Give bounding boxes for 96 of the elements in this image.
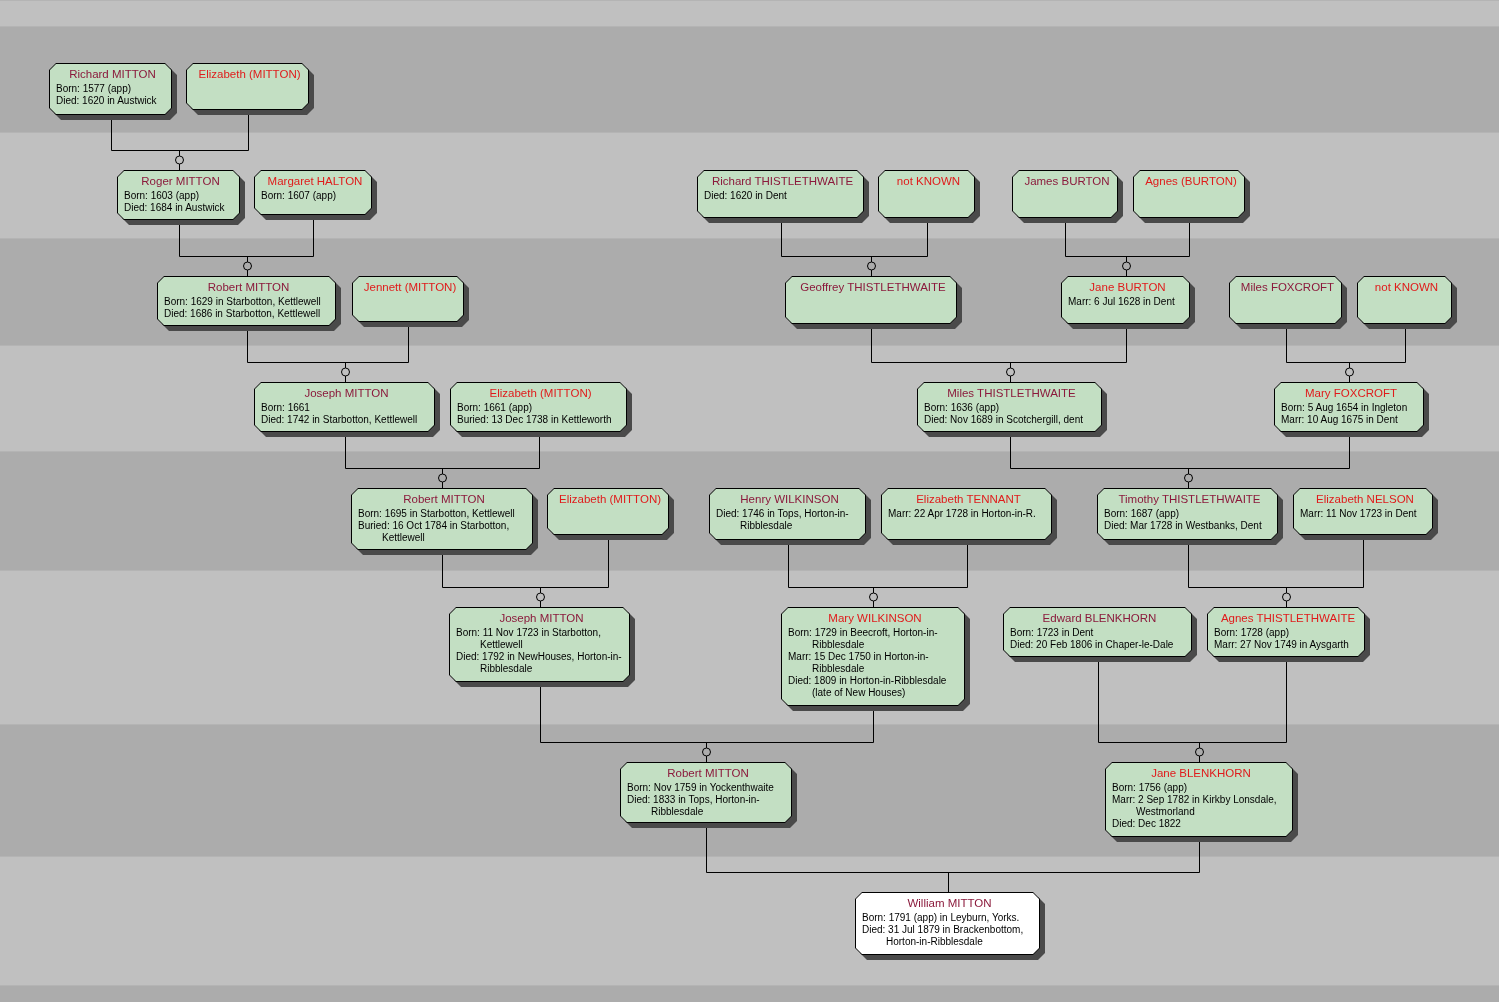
person-fact: Died: 1792 in NewHouses, Horton-in-Ribblesdale <box>456 651 623 675</box>
person-fact: Died: 1746 in Tops, Horton-in-Ribblesdale <box>716 508 850 532</box>
person-name: Elizabeth (MITTON) <box>488 386 593 400</box>
person-card[interactable]: Joseph MITTON Born: 1661 Died: 1742 in Starbotton, Kettlewell <box>254 382 435 432</box>
person-name: Agnes (BURTON) <box>1144 174 1238 188</box>
person-fact: Born: 1603 (app) <box>124 190 201 202</box>
person-fact: Born: 1756 (app) <box>1112 782 1189 794</box>
person-card[interactable]: Timothy THISTLETHWAITE Born: 1687 (app) Died: Mar 1728 in Westbanks, Dent <box>1097 488 1278 540</box>
person-fact: Born: 1791 (app) in Leyburn, Yorks. <box>862 912 1021 924</box>
person-fact: Born: 1729 in Beecroft, Horton-in-Ribblesdale <box>788 627 939 651</box>
person-card[interactable]: Richard MITTON Born: 1577 (app) Died: 1620 in Austwick <box>49 63 172 115</box>
person-name: Miles THISTLETHWAITE <box>946 386 1077 400</box>
person-card[interactable]: Elizabeth (MITTON) Born: 1661 (app) Buried: 13 Dec 1738 in Kettleworth <box>450 382 627 432</box>
person-fact: Born: 1636 (app) <box>924 402 1001 414</box>
person-fact: Died: 1742 in Starbotton, Kettlewell <box>261 414 419 426</box>
person-card[interactable]: Jane BURTON Marr: 6 Jul 1628 in Dent <box>1061 276 1190 324</box>
person-name: Timothy THISTLETHWAITE <box>1117 492 1262 506</box>
person-fact: Born: 1728 (app) <box>1214 627 1291 639</box>
person-fact: Died: 1684 in Austwick <box>124 202 226 214</box>
person-fact: Died: Nov 1689 in Scotchergill, dent <box>924 414 1084 426</box>
person-name: Elizabeth (MITTON) <box>558 492 662 506</box>
person-fact: Died: 1833 in Tops, Horton-in-Ribblesdale <box>627 794 761 818</box>
person-fact: Born: 1661 <box>261 402 311 414</box>
person-fact: Born: 5 Aug 1654 in Ingleton <box>1281 402 1409 414</box>
person-fact: Died: Dec 1822 <box>1112 818 1182 830</box>
person-fact: Died: 20 Feb 1806 in Chaper-le-Dale <box>1010 639 1175 651</box>
person-fact: Marr: 2 Sep 1782 in Kirkby Lonsdale, Westmorland <box>1112 794 1278 818</box>
person-fact: Born: 1723 in Dent <box>1010 627 1095 639</box>
person-name: William MITTON <box>906 896 993 910</box>
person-name: Edward BLENKHORN <box>1041 611 1158 625</box>
person-name: Richard THISTLETHWAITE <box>710 174 855 188</box>
person-name: Agnes THISTLETHWAITE <box>1219 611 1357 625</box>
person-card[interactable]: Joseph MITTON Born: 11 Nov 1723 in Starbotton, Kettlewell Died: 1792 in NewHouses, Horton-in-Ribblesdale <box>449 607 630 682</box>
person-card[interactable]: Agnes THISTLETHWAITE Born: 1728 (app) Marr: 27 Nov 1749 in Aysgarth <box>1207 607 1365 657</box>
person-card[interactable]: James BURTON <box>1012 170 1118 218</box>
person-fact: Died: 1620 in Austwick <box>56 95 158 107</box>
person-card[interactable]: Elizabeth TENNANT Marr: 22 Apr 1728 in Horton-in-R. <box>881 488 1052 540</box>
person-card[interactable]: Margaret HALTON Born: 1607 (app) <box>254 170 372 215</box>
person-name: Richard MITTON <box>68 67 157 81</box>
person-name: not KNOWN <box>895 174 962 188</box>
person-name: Jane BURTON <box>1088 280 1167 294</box>
person-name: Elizabeth (MITTON) <box>197 67 302 81</box>
person-fact: Born: 1661 (app) <box>457 402 534 414</box>
person-fact: Born: 1577 (app) <box>56 83 133 95</box>
person-name: Elizabeth NELSON <box>1315 492 1415 506</box>
person-name: Robert MITTON <box>402 492 486 506</box>
person-fact: Died: 1809 in Horton-in-Ribblesdale (late of New Houses) <box>788 675 948 699</box>
person-name: Henry WILKINSON <box>739 492 840 506</box>
person-fact: Marr: 27 Nov 1749 in Aysgarth <box>1214 639 1350 651</box>
person-name: Mary FOXCROFT <box>1304 386 1398 400</box>
person-card[interactable]: Miles FOXCROFT <box>1229 276 1342 324</box>
person-name: Jane BLENKHORN <box>1150 766 1252 780</box>
person-card[interactable]: Edward BLENKHORN Born: 1723 in Dent Died: 20 Feb 1806 in Chaper-le-Dale <box>1003 607 1192 657</box>
person-fact: Died: 1686 in Starbotton, Kettlewell <box>164 308 322 320</box>
person-card[interactable]: Robert MITTON Born: 1695 in Starbotton, Kettlewell Buried: 16 Oct 1784 in Starbotton, Kettlewell <box>351 488 533 550</box>
person-card[interactable]: Richard THISTLETHWAITE Died: 1620 in Dent <box>697 170 864 218</box>
person-fact: Marr: 15 Dec 1750 in Horton-in-Ribblesdale <box>788 651 930 675</box>
person-fact: Buried: 16 Oct 1784 in Starbotton, Kettlewell <box>358 520 511 544</box>
person-card[interactable]: Henry WILKINSON Died: 1746 in Tops, Horton-in-Ribblesdale <box>709 488 866 540</box>
person-fact: Born: 1607 (app) <box>261 190 338 202</box>
person-card[interactable]: Geoffrey THISTLETHWAITE <box>785 276 957 324</box>
person-fact: Marr: 6 Jul 1628 in Dent <box>1068 296 1176 308</box>
person-name: Geoffrey THISTLETHWAITE <box>799 280 947 294</box>
person-fact: Born: 11 Nov 1723 in Starbotton, Kettlewell <box>456 627 602 651</box>
person-fact: Born: 1687 (app) <box>1104 508 1181 520</box>
person-card[interactable]: Robert MITTON Born: 1629 in Starbotton, Kettlewell Died: 1686 in Starbotton, Kettlewell <box>157 276 336 326</box>
person-fact: Buried: 13 Dec 1738 in Kettleworth <box>457 414 613 426</box>
person-name: Robert MITTON <box>206 280 291 294</box>
person-fact: Born: 1695 in Starbotton, Kettlewell <box>358 508 516 520</box>
person-name: Miles FOXCROFT <box>1239 280 1336 294</box>
person-card[interactable]: Robert MITTON Born: Nov 1759 in Yockenthwaite Died: 1833 in Tops, Horton-in-Ribblesdale <box>620 762 792 823</box>
person-fact: Born: 1629 in Starbotton, Kettlewell <box>164 296 322 308</box>
person-fact: Marr: 10 Aug 1675 in Dent <box>1281 414 1399 426</box>
person-fact: Died: 1620 in Dent <box>704 190 788 202</box>
person-card[interactable]: Mary FOXCROFT Born: 5 Aug 1654 in Ingleton Marr: 10 Aug 1675 in Dent <box>1274 382 1424 432</box>
person-card[interactable]: Jane BLENKHORN Born: 1756 (app) Marr: 2 Sep 1782 in Kirkby Lonsdale, Westmorland Died: Dec 1822 <box>1105 762 1293 837</box>
person-name: not KNOWN <box>1373 280 1440 294</box>
person-name: Joseph MITTON <box>303 386 390 400</box>
person-name: Joseph MITTON <box>498 611 585 625</box>
person-card[interactable]: Mary WILKINSON Born: 1729 in Beecroft, Horton-in-Ribblesdale Marr: 15 Dec 1750 in Horton-in-Ribblesdale Died: 1809 in Horton-in-Ribblesdale (late of New Houses) <box>781 607 965 706</box>
person-name: Mary WILKINSON <box>827 611 923 625</box>
person-fact: Died: Mar 1728 in Westbanks, Dent <box>1104 520 1263 532</box>
person-name: Margaret HALTON <box>266 174 364 188</box>
person-fact: Born: Nov 1759 in Yockenthwaite <box>627 782 775 794</box>
person-name: James BURTON <box>1023 174 1111 188</box>
person-card[interactable]: William MITTON Born: 1791 (app) in Leyburn, Yorks. Died: 31 Jul 1879 in Brackenbottom, Horton-in-Ribblesdale <box>855 892 1040 955</box>
person-name: Elizabeth TENNANT <box>915 492 1022 506</box>
person-fact: Died: 31 Jul 1879 in Brackenbottom, Horton-in-Ribblesdale <box>862 924 1025 948</box>
person-fact: Marr: 22 Apr 1728 in Horton-in-R. <box>888 508 1037 520</box>
person-name: Jennett (MITTON) <box>362 280 458 294</box>
person-fact: Marr: 11 Nov 1723 in Dent <box>1300 508 1418 520</box>
person-card[interactable]: Miles THISTLETHWAITE Born: 1636 (app) Died: Nov 1689 in Scotchergill, dent <box>917 382 1102 432</box>
person-card[interactable]: Roger MITTON Born: 1603 (app) Died: 1684 in Austwick <box>117 170 240 220</box>
person-card[interactable]: Elizabeth NELSON Marr: 11 Nov 1723 in Dent <box>1293 488 1433 535</box>
person-name: Robert MITTON <box>666 766 750 780</box>
person-name: Roger MITTON <box>140 174 221 188</box>
